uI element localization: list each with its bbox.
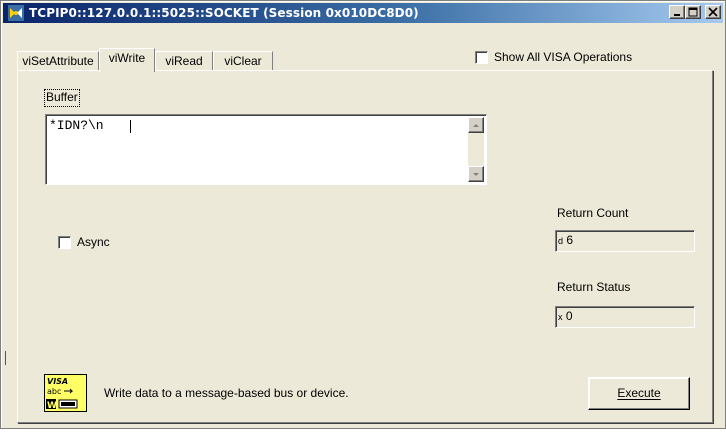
- tab-label: viClear: [224, 54, 262, 68]
- visa-write-icon: VISA abc W: [44, 374, 87, 412]
- maximize-button[interactable]: [685, 5, 701, 19]
- tab-label: viRead: [165, 54, 203, 68]
- execute-button[interactable]: Execute: [588, 377, 690, 410]
- icon-visa-text: VISA: [47, 377, 68, 386]
- return-count-format: d: [558, 236, 564, 246]
- visa-session-window: TCPIP0::127.0.0.1::5025::SOCKET (Session…: [0, 0, 726, 429]
- title-bar[interactable]: TCPIP0::127.0.0.1::5025::SOCKET (Session…: [3, 3, 723, 23]
- show-all-checkbox[interactable]: [475, 51, 488, 64]
- return-status-format: x: [558, 312, 563, 322]
- buffer-scrollbar[interactable]: [468, 117, 484, 182]
- tab-viclear[interactable]: viClear: [213, 51, 273, 71]
- tab-viwrite[interactable]: viWrite: [99, 48, 155, 72]
- close-icon: [708, 7, 718, 17]
- execute-label: Execute: [617, 386, 661, 400]
- buffer-input[interactable]: *IDN?\n: [45, 114, 487, 185]
- scroll-down-button[interactable]: [468, 166, 484, 182]
- arrow-down-icon: [473, 173, 479, 176]
- return-status-label: Return Status: [557, 280, 631, 294]
- buffer-text: *IDN?\n: [49, 118, 104, 133]
- tab-viread[interactable]: viRead: [155, 51, 213, 71]
- icon-w-text: W: [47, 401, 57, 411]
- minimize-icon: [674, 14, 680, 16]
- return-status-field: x 0: [555, 306, 695, 328]
- return-count-value: 6: [566, 233, 574, 247]
- scroll-up-button[interactable]: [468, 117, 484, 133]
- text-caret: [130, 120, 131, 133]
- close-button[interactable]: [705, 5, 721, 19]
- visa-session-icon: [8, 5, 24, 21]
- tab-label: viWrite: [108, 51, 146, 65]
- tab-visetattribute[interactable]: viSetAttribute: [17, 51, 99, 71]
- show-all-label: Show All VISA Operations: [494, 50, 633, 64]
- minimize-button[interactable]: [669, 5, 685, 19]
- buffer-label: Buffer: [44, 89, 80, 107]
- return-status-value: 0: [565, 309, 573, 323]
- icon-abc-text: abc: [47, 387, 61, 396]
- desktop-edge-mark: [5, 351, 6, 365]
- return-count-field: d 6: [555, 230, 695, 252]
- async-label: Async: [77, 235, 110, 249]
- return-count-label: Return Count: [557, 206, 629, 220]
- maximize-icon: [688, 7, 698, 17]
- async-checkbox[interactable]: [58, 236, 71, 249]
- window-title: TCPIP0::127.0.0.1::5025::SOCKET (Session…: [29, 6, 419, 20]
- operation-description: Write data to a message-based bus or dev…: [104, 386, 349, 400]
- arrow-up-icon: [473, 124, 479, 127]
- tab-label: viSetAttribute: [22, 54, 94, 68]
